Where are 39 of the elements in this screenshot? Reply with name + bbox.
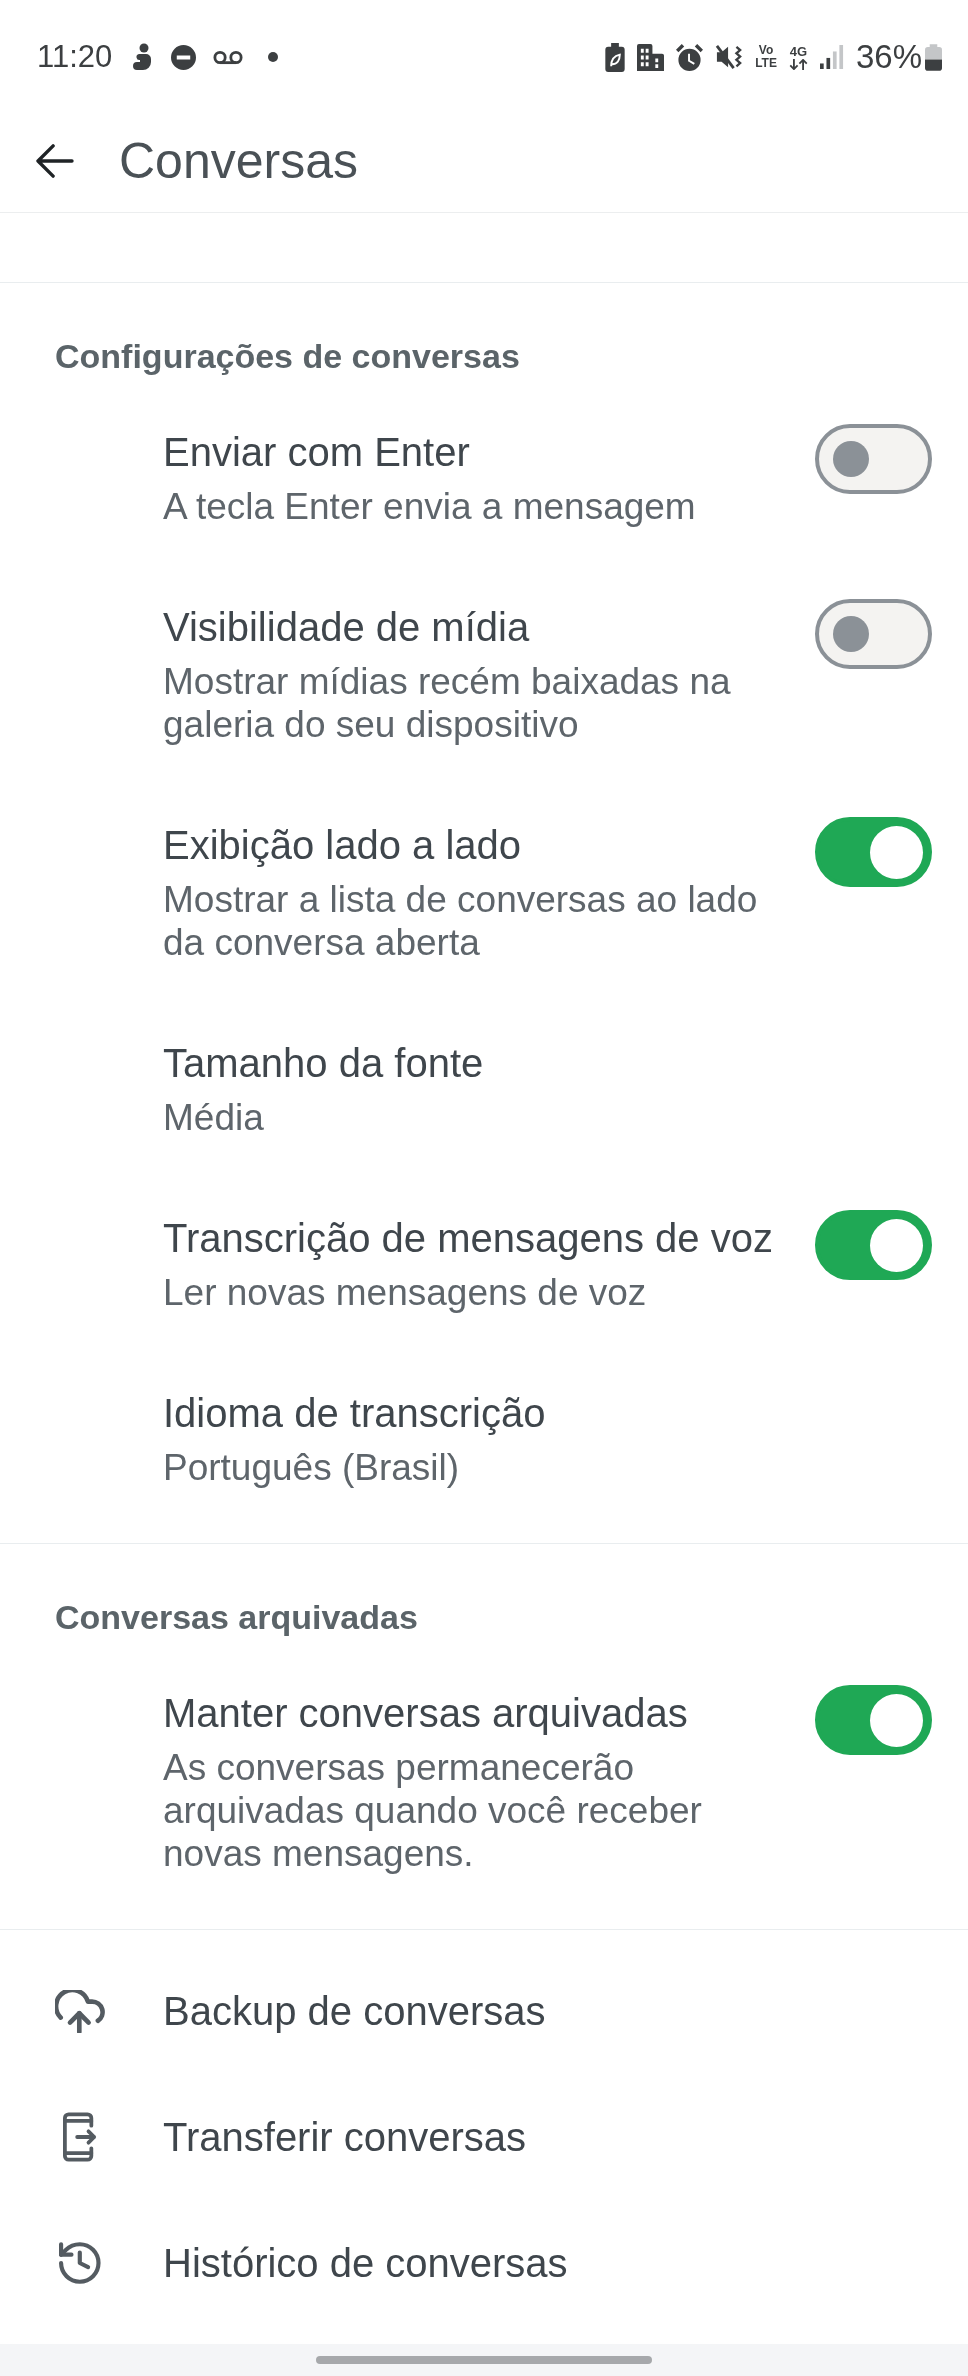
setting-description: Mostrar a lista de conversas ao lado da conversa aberta — [163, 878, 759, 964]
setting-description: Média — [163, 1096, 265, 1139]
setting-title: Tamanho da fonte — [163, 1040, 485, 1087]
dot-icon — [268, 52, 279, 62]
setting-title: Exibição lado a lado — [163, 822, 523, 869]
volte-text: LTE — [755, 57, 777, 70]
speaker-muted-icon — [715, 44, 744, 70]
battery-icon — [925, 43, 942, 71]
voicemail-icon — [213, 49, 244, 65]
setting-description: Português (Brasil) — [163, 1446, 461, 1489]
back-arrow-icon — [36, 144, 74, 178]
status-time: 11:20 — [37, 39, 113, 75]
setting-description: Mostrar mídias recém baixadas na galeria do seu dispositivo — [163, 660, 732, 746]
up-down-arrows-icon — [788, 58, 808, 70]
menu-item[interactable]: Transferir conversas — [55, 2112, 527, 2162]
back-button[interactable] — [35, 143, 75, 179]
setting-title: Enviar com Enter — [163, 429, 471, 476]
menu-item[interactable]: Histórico de conversas — [55, 2238, 568, 2288]
signal-icon — [819, 45, 844, 69]
setting-title: Visibilidade de mídia — [163, 604, 531, 651]
setting-title: Idioma de transcrição — [163, 1390, 547, 1437]
building-icon — [637, 43, 665, 71]
section-header: Configurações de conversas — [55, 336, 521, 377]
phone-arrow-icon — [63, 2112, 97, 2162]
battery-leaf-icon — [605, 42, 626, 72]
setting-description: Ler novas mensagens de voz — [163, 1271, 648, 1314]
menu-item[interactable]: Backup de conversas — [55, 1986, 546, 2036]
alarm-clock-icon — [676, 43, 704, 71]
section-header: Conversas arquivadas — [55, 1597, 419, 1638]
battery-percent: 36% — [855, 38, 922, 76]
setting-title: Manter conversas arquivadas — [163, 1690, 689, 1737]
volte-text: Vo — [758, 44, 774, 57]
cloud-upload-icon — [55, 1989, 105, 2033]
page-title: Conversas — [119, 132, 358, 190]
setting-title: Transcrição de mensagens de voz — [163, 1215, 774, 1262]
history-icon — [59, 2242, 101, 2284]
network-type-text: 4G — [789, 44, 808, 59]
setting-description: A tecla Enter envia a mensagem — [163, 485, 697, 528]
setting-description: As conversas permanecerão arquivadas quando você receber novas mensagens. — [163, 1746, 703, 1875]
